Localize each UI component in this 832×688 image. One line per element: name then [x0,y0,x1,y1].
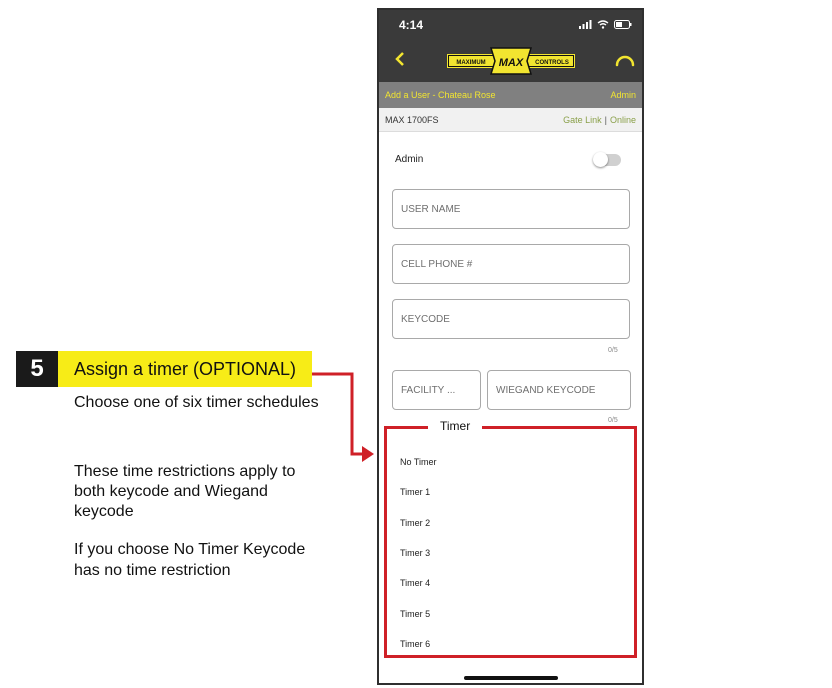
timer-option-2[interactable]: Timer 2 [387,508,634,538]
facility-input[interactable]: FACILITY ... [392,370,481,410]
step-title: Assign a timer (OPTIONAL) [58,351,312,387]
status-time: 4:14 [399,18,424,32]
timer-option-3[interactable]: Timer 3 [387,538,634,568]
page-title-bar: Add a User - Chateau Rose Admin [379,82,642,108]
instruction-note-restrictions: These time restrictions apply to both ke… [74,463,296,520]
wiegand-keycode-input[interactable]: WIEGAND KEYCODE [487,370,631,410]
app-header: 4:14 MAXIMUM MAX CONTROLS [379,10,642,82]
timer-option-6[interactable]: Timer 6 [387,629,634,659]
gate-link-label: Gate Link [563,114,602,125]
cell-phone-placeholder: CELL PHONE # [401,258,473,270]
user-role: Admin [610,90,636,100]
logo-left-text: MAXIMUM [456,60,485,66]
chevron-left-icon [395,52,404,66]
battery-icon [614,20,632,29]
facility-placeholder: FACILITY ... [401,384,456,396]
device-status: Gate Link | Online [563,115,636,125]
timer-dropdown-title: Timer [428,419,483,433]
timer-option-4[interactable]: Timer 4 [387,568,634,598]
device-bar: MAX 1700FS Gate Link | Online [379,108,642,132]
logo-center-text: MAX [499,57,524,69]
page-title: Add a User - Chateau Rose [385,90,496,100]
admin-toggle[interactable] [593,152,621,167]
wiegand-counter: 0/5 [608,417,618,424]
user-name-input[interactable]: USER NAME [392,189,630,229]
refresh-spinner-icon[interactable] [614,50,636,72]
toggle-knob [593,152,608,167]
timer-options-list: No Timer Timer 1 Timer 2 Timer 3 Timer 4… [387,447,634,659]
online-status: Online [609,114,636,125]
keycode-placeholder: KEYCODE [401,313,450,325]
wifi-icon [597,20,609,29]
back-button[interactable] [391,48,409,70]
status-icons [579,20,632,29]
device-name: MAX 1700FS [385,114,439,125]
max-controls-logo: MAXIMUM MAX CONTROLS [447,47,575,75]
timer-option-5[interactable]: Timer 5 [387,598,634,628]
wiegand-placeholder: WIEGAND KEYCODE [496,384,596,396]
keycode-counter: 0/5 [608,347,618,354]
timer-dropdown[interactable]: Timer No Timer Timer 1 Timer 2 Timer 3 T… [384,419,637,659]
user-name-placeholder: USER NAME [401,203,461,215]
instruction-note-no-timer: If you choose No Timer Keycode has no ti… [74,541,306,579]
admin-label: Admin [395,154,424,165]
status-separator: | [604,114,607,125]
timer-option-1[interactable]: Timer 1 [387,477,634,507]
instruction-note-choose: Choose one of six timer schedules [74,394,319,411]
timer-option-no-timer[interactable]: No Timer [387,447,634,477]
step-number: 5 [16,351,58,387]
logo-right-text: CONTROLS [535,60,569,66]
signal-icon [579,20,592,29]
home-indicator[interactable] [464,676,558,680]
phone-screen: 4:14 MAXIMUM MAX CONTROLS Add a User - C… [377,8,644,685]
cell-phone-input[interactable]: CELL PHONE # [392,244,630,284]
keycode-input[interactable]: KEYCODE [392,299,630,339]
